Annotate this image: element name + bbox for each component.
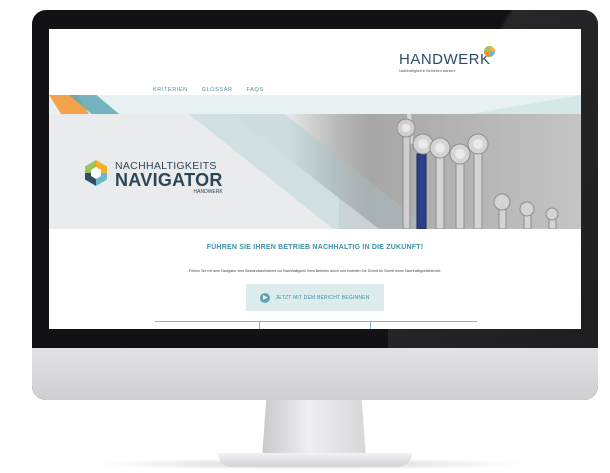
monitor-stand-neck xyxy=(262,400,366,458)
page-intro-text: Führen Sie mit dem Navigator eine Bestan… xyxy=(188,269,442,273)
handwerk-logo[interactable]: HANDWERK Nachhaltigkeit in Betrieben stä… xyxy=(399,46,495,73)
nav-item-kriterien[interactable]: KRITERIEN xyxy=(153,87,188,93)
column-divider xyxy=(370,321,371,329)
handwerk-logo-icon xyxy=(484,46,495,57)
navigator-brand: NACHHALTIGKEITS NAVIGATOR HANDWERK xyxy=(115,160,223,195)
wrenches-image xyxy=(339,114,581,229)
browser-viewport: HANDWERK Nachhaltigkeit in Betrieben stä… xyxy=(49,29,581,329)
main-nav: KRITERIEN GLOSSAR FAQS xyxy=(153,87,264,93)
hero-banner: NACHHALTIGKEITS NAVIGATOR HANDWERK xyxy=(49,114,581,229)
decorative-stripe xyxy=(49,95,581,114)
section-divider xyxy=(155,321,477,322)
column-divider xyxy=(259,321,260,329)
wrench-2 xyxy=(416,153,427,229)
monitor-stand-base xyxy=(218,453,412,467)
nav-item-faqs[interactable]: FAQS xyxy=(247,87,264,93)
monitor-chin xyxy=(32,348,598,400)
play-circle-icon: ▶ xyxy=(260,292,271,303)
logo-tagline: Nachhaltigkeit in Betrieben stärken! xyxy=(399,69,456,73)
site-header: HANDWERK Nachhaltigkeit in Betrieben stä… xyxy=(49,29,581,84)
hexagon-inner xyxy=(91,167,101,179)
logo-wordmark: HANDWERK xyxy=(399,51,491,68)
stripe-right-shape xyxy=(471,95,581,114)
start-report-button[interactable]: ▶ JETZT MIT DEM BERICHT BEGINNEN xyxy=(246,284,384,311)
page-headline: FÜHREN SIE IHREN BETRIEB NACHHALTIG IN D… xyxy=(206,244,424,251)
brand-line-2: NAVIGATOR xyxy=(115,170,223,190)
nav-item-glossar[interactable]: GLOSSAR xyxy=(202,87,233,93)
start-report-label: JETZT MIT DEM BERICHT BEGINNEN xyxy=(275,294,370,301)
